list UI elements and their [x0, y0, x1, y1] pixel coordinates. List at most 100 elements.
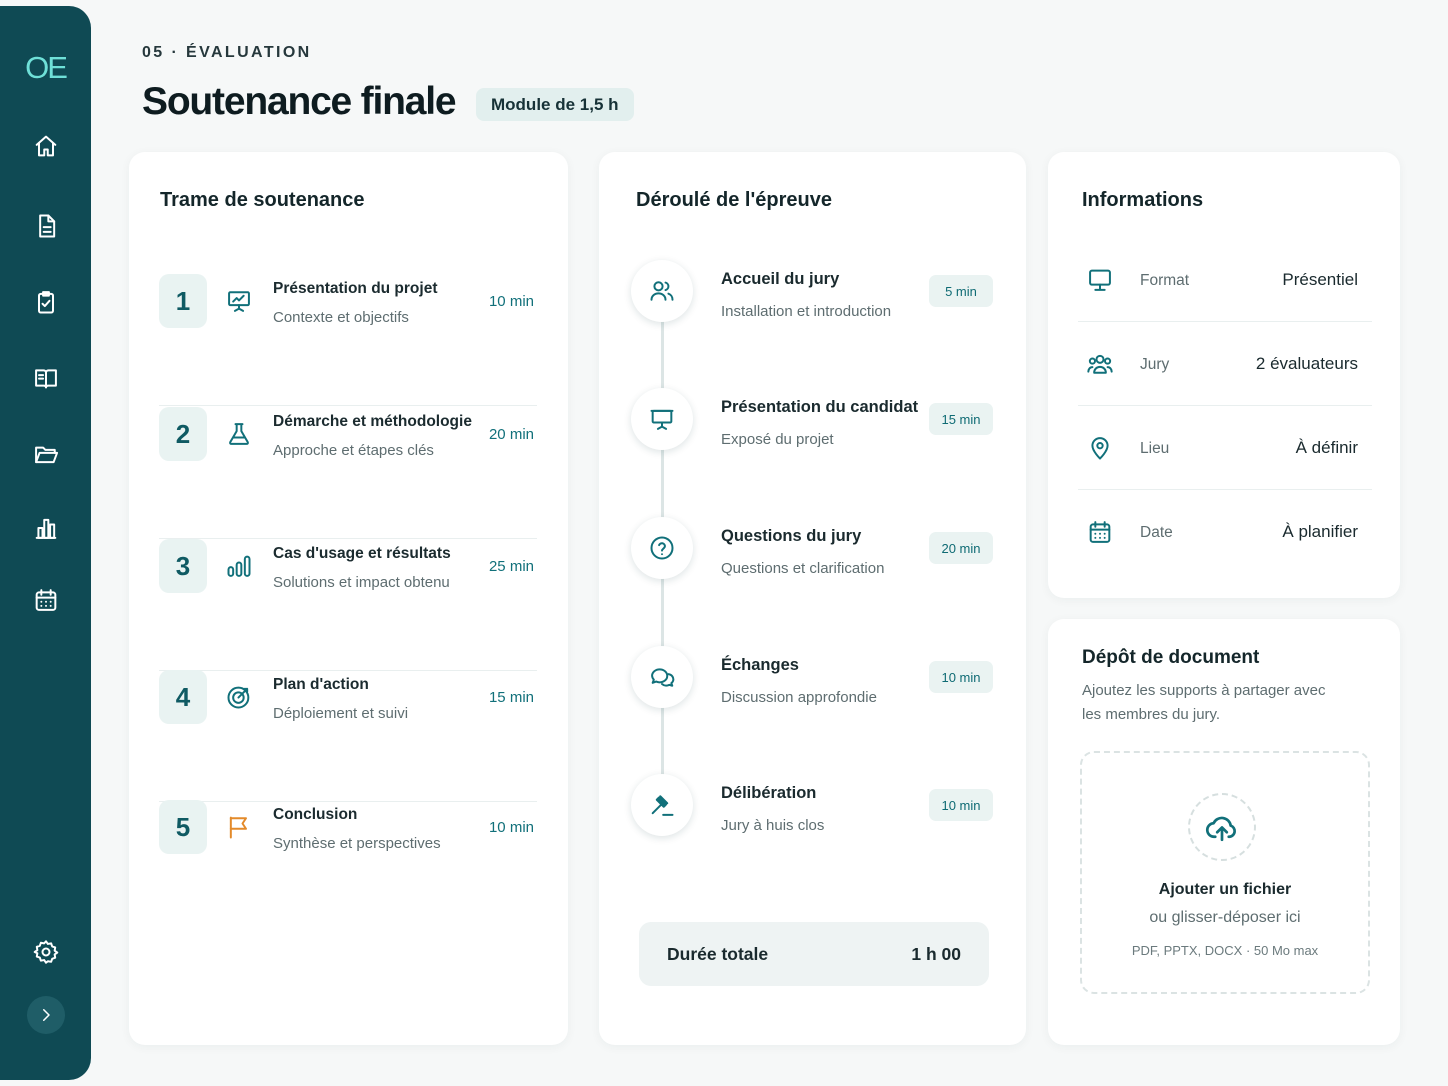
timeline-step-subtitle: Questions et clarification — [721, 560, 885, 577]
trame-item-title: Présentation du projet — [273, 280, 438, 297]
deroule-card: Déroulé de l'épreuve Accueil du jury Ins… — [599, 152, 1026, 1045]
cloud-upload-icon — [1188, 793, 1256, 861]
flag-icon — [225, 813, 253, 841]
timeline-step: Présentation du candidat Exposé du proje… — [631, 388, 993, 468]
timeline-step: Accueil du jury Installation et introduc… — [631, 260, 993, 340]
timeline-step-title: Délibération — [721, 784, 817, 802]
presentation-icon — [225, 287, 253, 315]
monitor-icon — [1086, 266, 1114, 294]
depot-card: Dépôt de document Ajoutez les supports à… — [1048, 619, 1400, 1045]
trame-item-title: Cas d'usage et résultats — [273, 545, 451, 562]
module-duration-badge: Module de 1,5 h — [476, 88, 634, 121]
trame-item: 4 Plan d'action Déploiement et suivi 15 … — [159, 670, 537, 802]
upload-file-button[interactable]: Ajouter un fichier — [1082, 881, 1368, 899]
total-duration-bar: Durée totale 1 h 00 — [639, 922, 989, 986]
trame-item-subtitle: Contexte et objectifs — [273, 309, 409, 326]
info-value: À planifier — [1282, 522, 1358, 541]
trame-item: 5 Conclusion Synthèse et perspectives 10… — [159, 800, 537, 932]
duration-badge: 20 min — [929, 532, 993, 564]
info-row-format: Format Présentiel — [1078, 238, 1372, 322]
trame-item-subtitle: Synthèse et perspectives — [273, 835, 441, 852]
timeline-step-title: Questions du jury — [721, 527, 862, 545]
total-duration-value: 1 h 00 — [911, 944, 961, 964]
info-label: Format — [1140, 272, 1190, 289]
depot-title: Dépôt de document — [1082, 647, 1260, 668]
logo: OE — [25, 50, 68, 85]
drag-drop-hint: ou glisser-déposer ici — [1149, 909, 1301, 926]
trame-item-title: Plan d'action — [273, 676, 369, 693]
target-icon — [225, 683, 253, 711]
trame-item-subtitle: Déploiement et suivi — [273, 705, 409, 722]
timeline-step-subtitle: Discussion approfondie — [721, 689, 877, 706]
timeline-step: Délibération Jury à huis clos 10 min — [631, 774, 993, 854]
users-icon — [631, 260, 693, 322]
timeline-step-subtitle: Jury à huis clos — [721, 817, 825, 834]
duration-badge: 10 min — [929, 789, 993, 821]
calendar-icon[interactable] — [30, 584, 62, 616]
trame-item-subtitle: Solutions et impact obtenu — [273, 574, 450, 591]
location-pin-icon — [1086, 434, 1114, 462]
info-label: Jury — [1140, 356, 1170, 373]
step-number: 1 — [159, 274, 207, 328]
flask-icon — [225, 420, 253, 448]
book-icon[interactable] — [30, 362, 62, 394]
chevron-right-icon — [43, 1009, 50, 1021]
bar-chart-icon[interactable] — [30, 512, 62, 544]
info-row-date: Date À planifier — [1078, 490, 1372, 574]
timeline-step: Questions du jury Questions et clarifica… — [631, 517, 993, 597]
trame-item-title: Démarche et méthodologie — [273, 413, 472, 430]
trame-item-title: Conclusion — [273, 806, 358, 823]
step-number: 4 — [159, 670, 207, 724]
trame-item: 1 Présentation du projet Contexte et obj… — [159, 274, 537, 406]
trame-item: 3 Cas d'usage et résultats Solutions et … — [159, 539, 537, 671]
info-value: Présentiel — [1282, 270, 1358, 289]
sidebar-expand-button[interactable] — [27, 996, 65, 1034]
timeline-step-title: Présentation du candidat — [721, 398, 919, 416]
document-icon[interactable] — [30, 210, 62, 242]
accepted-formats: PDF, PPTX, DOCX · 50 Mo max — [1131, 943, 1319, 958]
trame-item-duration: 25 min — [488, 558, 534, 575]
section-eyebrow: 05 · ÉVALUATION — [142, 44, 312, 61]
sidebar: OE — [0, 6, 91, 1080]
step-number: 5 — [159, 800, 207, 854]
folder-icon[interactable] — [30, 438, 62, 470]
trame-item-duration: 10 min — [488, 819, 534, 836]
trame-item-duration: 10 min — [488, 293, 534, 310]
duration-badge: 15 min — [929, 403, 993, 435]
timeline-step-subtitle: Exposé du projet — [721, 431, 834, 448]
info-label: Date — [1140, 524, 1173, 541]
step-number: 3 — [159, 539, 207, 593]
total-duration-label: Durée totale — [667, 944, 769, 964]
bar-chart-icon — [225, 552, 253, 580]
timeline-step: Échanges Discussion approfondie 10 min — [631, 646, 993, 726]
calendar-icon — [1086, 518, 1114, 546]
presentation-icon — [631, 388, 693, 450]
step-number: 2 — [159, 407, 207, 461]
info-value: À définir — [1295, 438, 1358, 457]
page-title: Soutenance finale — [142, 80, 457, 123]
trame-item-subtitle: Approche et étapes clés — [273, 442, 434, 459]
duration-badge: 10 min — [929, 661, 993, 693]
info-row-jury: Jury 2 évaluateurs — [1078, 322, 1372, 406]
settings-icon[interactable] — [30, 936, 62, 968]
question-icon — [631, 517, 693, 579]
trame-item-duration: 15 min — [488, 689, 534, 706]
trame-item-duration: 20 min — [488, 426, 534, 443]
trame-title: Trame de soutenance — [160, 189, 365, 211]
gavel-icon — [631, 774, 693, 836]
trame-card: Trame de soutenance 1 Présentation du pr… — [129, 152, 568, 1045]
timeline-step-title: Échanges — [721, 656, 799, 674]
clipboard-check-icon[interactable] — [30, 286, 62, 318]
duration-badge: 5 min — [929, 275, 993, 307]
info-row-lieu: Lieu À définir — [1078, 406, 1372, 490]
trame-item: 2 Démarche et méthodologie Approche et é… — [159, 407, 537, 539]
group-icon — [1086, 350, 1114, 378]
timeline-step-subtitle: Installation et introduction — [721, 303, 892, 320]
informations-card: Informations Format Présentiel Jury 2 év… — [1048, 152, 1400, 598]
info-value: 2 évaluateurs — [1255, 354, 1358, 373]
chat-icon — [631, 646, 693, 708]
file-dropzone[interactable]: Ajouter un fichier ou glisser-déposer ic… — [1080, 751, 1370, 994]
timeline-step-title: Accueil du jury — [721, 270, 840, 288]
deroule-title: Déroulé de l'épreuve — [636, 189, 832, 211]
home-icon[interactable] — [30, 130, 62, 162]
